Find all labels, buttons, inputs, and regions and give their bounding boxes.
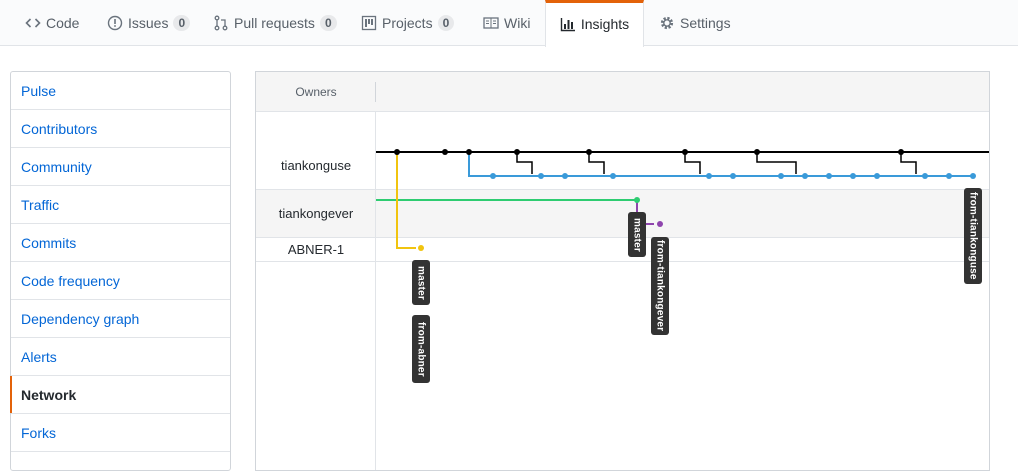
commit-dot — [514, 149, 520, 155]
branch-label-master[interactable]: master — [412, 260, 430, 305]
graph-icon — [560, 16, 576, 32]
commit-dot — [682, 149, 688, 155]
issue-icon — [107, 15, 123, 31]
tab-insights-label: Insights — [580, 15, 630, 32]
commit-dot — [802, 173, 808, 179]
tab-projects[interactable]: Projects 0 — [361, 0, 455, 46]
commit-dot — [466, 149, 472, 155]
tab-issues[interactable]: Issues 0 — [107, 0, 191, 46]
project-icon — [361, 15, 377, 31]
issues-counter: 0 — [173, 15, 191, 31]
commit-dot — [850, 173, 856, 179]
merge-connector — [516, 152, 533, 174]
commit-graph — [376, 149, 989, 251]
sidebar-item-pulse[interactable]: Pulse — [11, 72, 230, 110]
commit-dot — [874, 173, 880, 179]
tab-wiki[interactable]: Wiki — [483, 0, 530, 46]
commit-dot — [970, 173, 976, 179]
commit-dot — [922, 173, 928, 179]
merge-connector — [684, 152, 701, 174]
commit-dot — [898, 149, 904, 155]
tab-insights[interactable]: Insights — [545, 0, 644, 47]
merge-connector — [900, 152, 917, 174]
book-icon — [483, 15, 499, 31]
sidebar-item-community[interactable]: Community — [11, 148, 230, 186]
commit-dot — [442, 149, 448, 155]
pull-requests-counter: 0 — [319, 15, 337, 31]
tab-settings-label: Settings — [680, 15, 731, 31]
commit-dot — [778, 173, 784, 179]
branch-line-from-tiankonguse — [468, 152, 973, 177]
commit-dot — [586, 149, 592, 155]
merge-connector — [588, 152, 605, 174]
sidebar-item-forks[interactable]: Forks — [11, 414, 230, 452]
sidebar-item-alerts[interactable]: Alerts — [11, 338, 230, 376]
commit-dot — [610, 173, 616, 179]
tab-wiki-label: Wiki — [504, 15, 531, 31]
commit-dot — [730, 173, 736, 179]
commit-dot — [657, 221, 663, 227]
branch-label-master[interactable]: master — [628, 212, 646, 257]
commit-dot — [826, 173, 832, 179]
code-icon — [25, 15, 41, 31]
commit-dot — [562, 173, 568, 179]
sidebar-item-commits[interactable]: Commits — [11, 224, 230, 262]
sidebar-item-traffic[interactable]: Traffic — [11, 186, 230, 224]
repo-tab-bar: Code Issues 0 Pull requests 0 Projects 0… — [0, 0, 1018, 47]
tab-pull-requests-label: Pull requests — [234, 15, 315, 31]
commit-dot — [490, 173, 496, 179]
tab-issues-label: Issues — [128, 15, 169, 31]
commit-dot — [418, 245, 424, 251]
commit-dot — [754, 149, 760, 155]
network-graph[interactable]: Owners tiankonguse tiankongever ABNER-1 — [255, 71, 990, 471]
commit-dot — [538, 173, 544, 179]
tab-code-label: Code — [46, 15, 80, 31]
pull-request-icon — [213, 15, 229, 31]
branch-label-from-abner[interactable]: from-abner — [412, 315, 430, 383]
sidebar-item-network[interactable]: Network — [10, 376, 230, 414]
tab-code[interactable]: Code — [25, 0, 79, 46]
tab-pull-requests[interactable]: Pull requests 0 — [213, 0, 337, 46]
tab-settings[interactable]: Settings — [659, 0, 731, 46]
sidebar-item-dependency-graph[interactable]: Dependency graph — [11, 300, 230, 338]
projects-counter: 0 — [437, 15, 455, 31]
commit-dot — [634, 197, 640, 203]
sidebar-item-code-frequency[interactable]: Code frequency — [11, 262, 230, 300]
gear-icon — [659, 15, 675, 31]
commit-dot — [706, 173, 712, 179]
commit-dot — [394, 149, 400, 155]
tab-projects-label: Projects — [382, 15, 433, 31]
branch-label-from-tiankonguse[interactable]: from-tiankonguse — [964, 188, 982, 284]
merge-connectors — [516, 152, 917, 174]
sidebar-item-contributors[interactable]: Contributors — [11, 110, 230, 148]
commit-dot — [946, 173, 952, 179]
merge-connector — [756, 152, 797, 174]
insights-sidebar-menu: Pulse Contributors Community Traffic Com… — [10, 71, 231, 471]
branch-label-from-tiankongever[interactable]: from-tiankongever — [651, 237, 669, 335]
